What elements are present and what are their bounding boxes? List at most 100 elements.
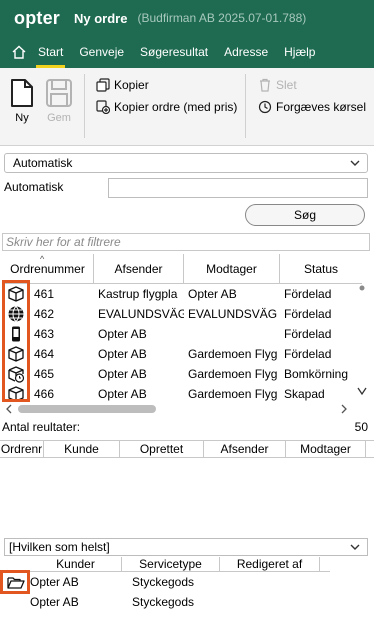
column-service-type[interactable]: Servicetype [122,557,220,571]
column-receiver[interactable]: Modtager [286,441,366,457]
copy-icon [96,78,110,92]
service-type: Styckegods [132,575,195,589]
order-number: 465 [34,367,55,381]
any-filter-value: [Hvilken som helst] [9,540,110,554]
order-receiver: EVALUNDSVÄG [188,307,278,321]
menu-genveje[interactable]: Genveje [71,36,132,68]
menu-bar: Start Genveje Søgeresultat Adresse Hjælp [0,36,374,68]
copy-button[interactable]: Kopier [96,78,149,92]
app-logo: opter [14,7,60,28]
order-receiver: Opter AB [188,287,237,301]
clock-icon [258,100,272,114]
table-row[interactable]: 462 EVALUNDSVÄG EVALUNDSVÄG Fördelad [2,304,362,324]
delete-label: Slet [276,78,297,92]
column-edited-by[interactable]: Redigeret af [220,557,320,571]
details-table-header: Ordrenr Kunde Oprettet Afsender Modtager [0,440,374,458]
order-status: Bomkörning [284,367,349,381]
order-status: Fördelad [284,287,332,301]
order-number: 466 [34,387,55,401]
ribbon-divider [245,74,246,138]
failed-trip-button[interactable]: Forgæves kørsel [258,100,366,114]
column-customers[interactable]: Kunder [30,557,122,571]
vertical-scrollbar[interactable] [356,284,368,400]
search-mode-dropdown[interactable]: Automatisk [4,153,368,173]
order-sender: EVALUNDSVÄG [98,307,184,321]
filter-input[interactable]: Skriv her for at filtrere [2,233,370,251]
home-icon[interactable] [8,36,30,68]
menu-hjaelp[interactable]: Hjælp [276,36,323,68]
order-sender: Opter AB [98,327,147,341]
column-created[interactable]: Oprettet [120,441,204,457]
save-label: Gem [47,112,71,124]
table-row[interactable]: 466 Opter AB Gardemoen Flyg Skapad [2,384,362,404]
table-row[interactable]: 465 Opter AB Gardemoen Flyg Bomkörning [2,364,362,384]
menu-start[interactable]: Start [30,36,71,68]
customer-name: Opter AB [30,595,79,609]
search-input[interactable] [108,178,368,198]
copy-order-with-price-label: Kopier ordre (med pris) [114,100,238,114]
order-status: Skapad [284,387,325,401]
any-filter-dropdown[interactable]: [Hvilken som helst] [4,538,368,556]
horizontal-scrollbar[interactable] [2,402,356,416]
save-button[interactable]: Gem [42,78,76,124]
orders-table-header: ^ Ordrenummer Afsender Modtager Status [2,254,362,284]
customer-name: Opter AB [30,575,79,589]
highlight-box [2,280,30,402]
title-bar: opter Ny ordre (Budfirman AB 2025.07-01.… [0,0,374,36]
order-sender: Opter AB [98,367,147,381]
menu-adresse[interactable]: Adresse [216,36,276,68]
order-number: 461 [34,287,55,301]
column-order-nr[interactable]: Ordrenr [0,441,44,457]
window-title: Ny ordre [74,10,128,26]
column-status[interactable]: Status [280,254,362,284]
order-receiver: Gardemoen Flyg [188,367,278,381]
chevron-down-icon [350,160,360,166]
ribbon-divider [84,74,85,138]
table-row[interactable]: 464 Opter AB Gardemoen Flyg Fördelad [2,344,362,364]
menu-sogeresultat[interactable]: Søgeresultat [132,36,216,68]
new-button[interactable]: Ny [5,78,39,124]
result-count-row: Antal reultater: 50 [2,420,368,436]
new-document-icon [5,78,39,108]
table-row[interactable]: Opter AB Styckegods [30,592,232,612]
result-count-value: 50 [354,420,368,434]
save-icon [42,78,76,108]
orders-table-body: 461 Kastrup flygpla Opter AB Fördelad 46… [2,284,362,404]
table-row[interactable]: 463 Opter AB Fördelad [2,324,362,344]
window-subtitle: (Budfirman AB 2025.07-01.788) [137,11,307,25]
chevron-down-icon [350,544,360,550]
failed-trip-label: Forgæves kørsel [276,100,367,114]
column-customer[interactable]: Kunde [44,441,120,457]
new-label: Ny [15,112,29,124]
copy-label: Kopier [114,78,149,92]
table-row[interactable]: Opter AB Styckegods [30,572,232,592]
result-count-label: Antal reultater: [2,420,81,434]
table-row[interactable]: 461 Kastrup flygpla Opter AB Fördelad [2,284,362,304]
column-receiver[interactable]: Modtager [184,254,280,284]
order-receiver: Gardemoen Flyg [188,347,278,361]
order-number: 463 [34,327,55,341]
ribbon-toolbar: Ny Gem Kopier Kopier ordre (med pris) Sl… [0,68,374,146]
service-type: Styckegods [132,595,195,609]
highlight-box [0,570,30,594]
trash-icon [260,78,270,92]
search-field-label: Automatisk [4,180,64,194]
column-sender[interactable]: Afsender [94,254,184,284]
order-sender: Kastrup flygpla [98,287,178,301]
delete-button[interactable]: Slet [258,78,297,92]
order-sender: Opter AB [98,347,147,361]
column-sender[interactable]: Afsender [204,441,286,457]
order-number: 464 [34,347,55,361]
sort-up-icon: ^ [40,254,45,264]
folder-open-icon[interactable] [7,575,25,590]
customer-table-header: Kunder Servicetype Redigeret af [30,557,330,572]
order-status: Fördelad [284,347,332,361]
copy-order-with-price-button[interactable]: Kopier ordre (med pris) [96,100,237,114]
copy-plus-icon [96,100,110,114]
order-receiver: Gardemoen Flyg [188,387,278,401]
order-status: Fördelad [284,307,332,321]
order-status: Fördelad [284,327,332,341]
search-button[interactable]: Søg [245,204,365,226]
order-sender: Opter AB [98,387,147,401]
search-mode-value: Automatisk [13,156,73,170]
